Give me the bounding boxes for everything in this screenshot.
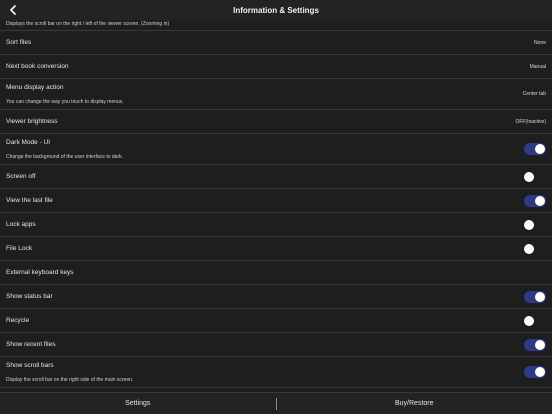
row-value: None [534, 40, 546, 46]
toggle-knob [524, 172, 534, 182]
toggle-knob [535, 196, 545, 206]
row-label: Screen off [6, 173, 36, 180]
row-label: Dark Mode - UI [6, 139, 51, 146]
row-label: Sort files [6, 39, 32, 46]
view-last-file-toggle[interactable] [524, 195, 546, 207]
screen-off-toggle[interactable] [524, 171, 546, 183]
bottom-tab-bar: Settings Buy/Restore [0, 392, 552, 414]
setting-menu-display-action[interactable]: Menu display action You can change the w… [0, 79, 552, 110]
settings-list[interactable]: Displays the scroll bar on the right / l… [0, 20, 552, 392]
toggle-knob [524, 220, 534, 230]
file-lock-toggle[interactable] [524, 243, 546, 255]
row-description: Display the scroll bar on the right side… [6, 377, 134, 383]
row-description: Change the background of the user interf… [6, 154, 124, 160]
setting-file-lock[interactable]: File Lock [0, 237, 552, 261]
setting-screen-off[interactable]: Screen off [0, 165, 552, 189]
back-button[interactable] [6, 3, 20, 17]
setting-dark-mode-ui[interactable]: Dark Mode - UI Change the background of … [0, 134, 552, 165]
toggle-knob [524, 316, 534, 326]
scroll-bar-description-row: Displays the scroll bar on the right / l… [0, 20, 552, 31]
setting-show-status-bar[interactable]: Show status bar [0, 285, 552, 309]
show-recent-files-toggle[interactable] [524, 339, 546, 351]
chevron-left-icon [10, 5, 16, 15]
row-label: Show recent files [6, 341, 56, 348]
toggle-knob [524, 244, 534, 254]
row-label: File Lock [6, 245, 33, 252]
toggle-knob [535, 292, 545, 302]
setting-viewer-brightness[interactable]: Viewer brightness OFF(Inactive) [0, 110, 552, 134]
setting-view-last-file[interactable]: View the last file [0, 189, 552, 213]
row-label: Show status bar [6, 293, 53, 300]
setting-next-book-conversion[interactable]: Next book conversion Manual [0, 55, 552, 79]
page-title: Information & Settings [233, 5, 319, 15]
row-label: Next book conversion [6, 63, 69, 70]
row-value: OFF(Inactive) [515, 119, 546, 125]
setting-sort-files[interactable]: Sort files None [0, 31, 552, 55]
dark-mode-toggle[interactable] [524, 143, 546, 155]
show-status-bar-toggle[interactable] [524, 291, 546, 303]
row-label: Recycle [6, 317, 30, 324]
tab-settings[interactable]: Settings [0, 400, 276, 407]
toggle-knob [535, 340, 545, 350]
toggle-knob [535, 367, 545, 377]
tab-buy-restore[interactable]: Buy/Restore [277, 400, 552, 407]
recycle-toggle[interactable] [524, 315, 546, 327]
row-value: Manual [529, 64, 546, 70]
row-label: Lock apps [6, 221, 36, 228]
setting-show-scroll-bars[interactable]: Show scroll bars Display the scroll bar … [0, 357, 552, 388]
setting-external-keyboard-keys[interactable]: External keyboard keys [0, 261, 552, 285]
lock-apps-toggle[interactable] [524, 219, 546, 231]
header-bar: Information & Settings [0, 0, 552, 20]
toggle-knob [535, 144, 545, 154]
row-label: Menu display action [6, 84, 64, 91]
setting-show-recent-files[interactable]: Show recent files [0, 333, 552, 357]
row-value: Center tab [522, 91, 546, 97]
row-label: Show scroll bars [6, 362, 54, 369]
show-scroll-bars-toggle[interactable] [524, 366, 546, 378]
row-description: Displays the scroll bar on the right / l… [6, 21, 170, 27]
row-description: You can change the way you touch to disp… [6, 99, 124, 105]
row-label: Viewer brightness [6, 118, 58, 125]
setting-lock-apps[interactable]: Lock apps [0, 213, 552, 237]
row-label: External keyboard keys [6, 269, 74, 276]
setting-recycle[interactable]: Recycle [0, 309, 552, 333]
row-label: View the last file [6, 197, 53, 204]
